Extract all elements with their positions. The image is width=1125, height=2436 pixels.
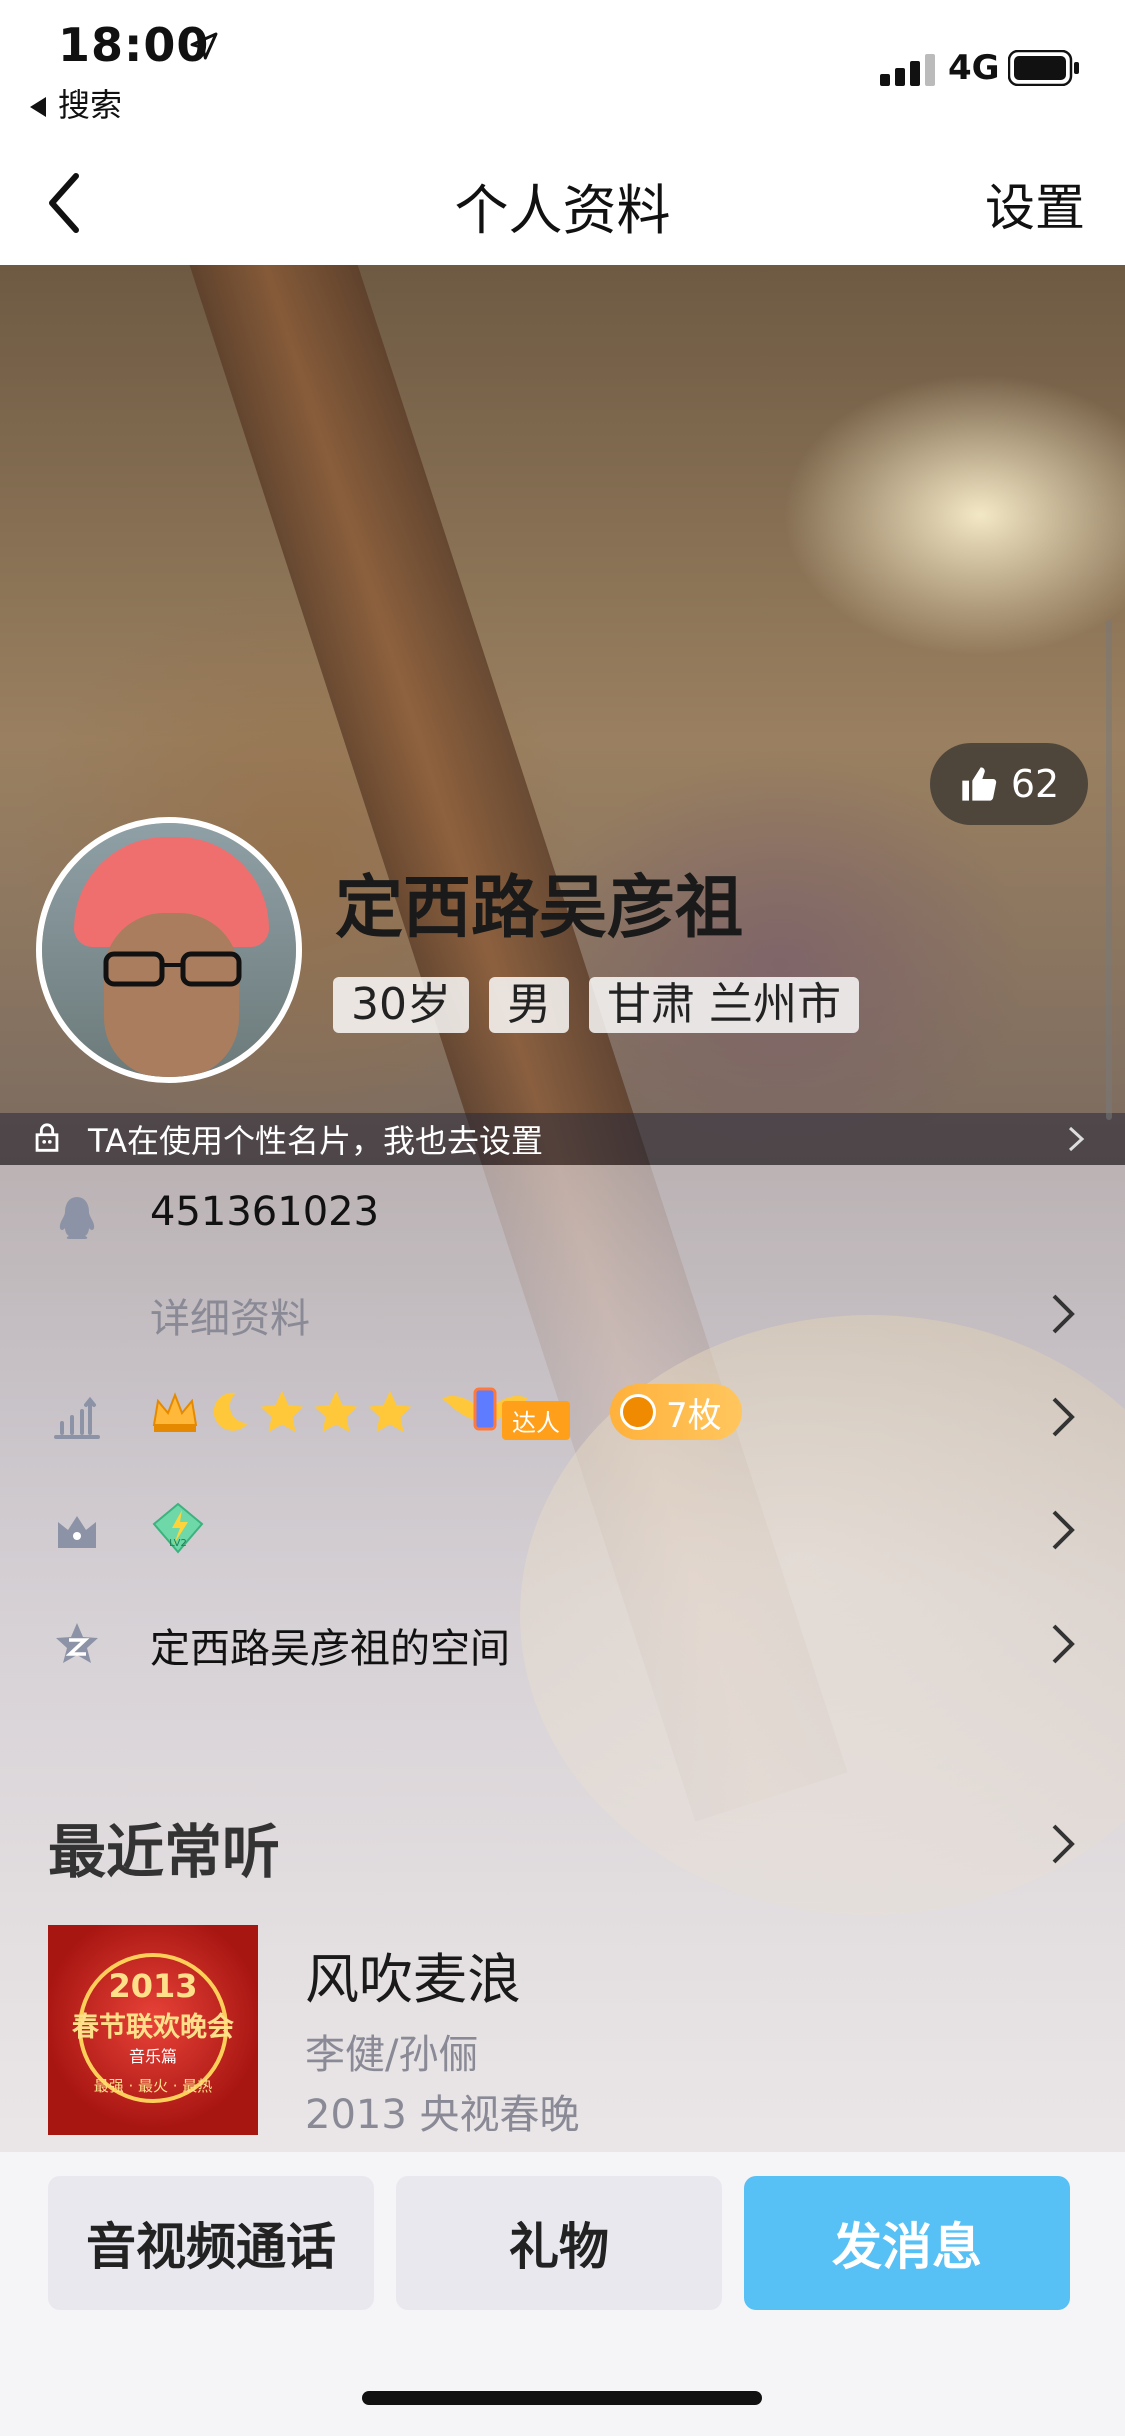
talent-badge: 达人 [440, 1377, 580, 1447]
back-triangle-icon [30, 97, 46, 117]
back-to-app-link[interactable]: 搜索 [30, 80, 122, 126]
status-bar: 18:00 搜索 4G [0, 0, 1125, 140]
star-icon [260, 1391, 304, 1432]
settings-button[interactable]: 设置 [985, 168, 1085, 240]
profile-name: 定西路吴彦祖 [335, 869, 744, 948]
navigation-bar: 个人资料 设置 [0, 140, 1125, 265]
chevron-right-icon [1052, 1624, 1075, 1664]
avatar-glasses [103, 951, 242, 987]
star-icon [314, 1391, 358, 1432]
gift-button[interactable]: 礼物 [396, 2176, 722, 2310]
qzone-icon [56, 1623, 98, 1663]
medal-count: 7枚 [666, 1395, 722, 1436]
age-tag: 30岁 [333, 977, 469, 1033]
moon-icon [213, 1392, 248, 1431]
battery-icon [1008, 50, 1079, 86]
level-row[interactable]: 达人 7枚 [0, 1365, 1125, 1465]
level-icon [54, 1396, 100, 1439]
card-icon [35, 1123, 59, 1152]
live-badge-text: LV2 [169, 1538, 187, 1549]
qzone-row[interactable]: 定西路吴彦祖的空间 [0, 1592, 1125, 1692]
personal-card-banner[interactable]: TA在使用个性名片，我也去设置 [0, 1113, 1125, 1165]
album-cover-subtitle: 音乐篇 [128, 2047, 177, 2066]
profile-tags: 30岁 男 甘肃 兰州市 [333, 977, 859, 1033]
recent-music-title: 最近常听 [48, 1818, 281, 1886]
album-cover[interactable]: 2013 春节联欢晚会 音乐篇 最强 · 最火 · 最热 [48, 1925, 258, 2135]
crown-icon [152, 1392, 198, 1432]
like-button[interactable]: 62 [930, 743, 1088, 825]
back-app-label: 搜索 [58, 86, 123, 124]
card-hint-text: TA在使用个性名片，我也去设置 [88, 1122, 543, 1160]
network-type: 4G [948, 48, 1000, 88]
qq-number: 451361023 [150, 1189, 380, 1235]
song-artist: 李健/孙俪 [305, 2032, 479, 2078]
album-cover-year: 2013 [108, 1967, 198, 2005]
live-diamond-icon: LV2 [152, 1502, 204, 1554]
vip-row[interactable]: LV2 [0, 1478, 1125, 1578]
gender-tag: 男 [489, 977, 569, 1033]
avatar-face [104, 913, 239, 1077]
medal-count-badge: 7枚 [610, 1384, 742, 1440]
qq-number-row[interactable]: 451361023 [0, 1165, 1125, 1265]
send-message-button[interactable]: 发消息 [744, 2176, 1070, 2310]
av-call-button[interactable]: 音视频通话 [48, 2176, 374, 2310]
song-title[interactable]: 风吹麦浪 [305, 1935, 521, 2014]
medal-icon [620, 1394, 656, 1430]
star-icon [368, 1391, 412, 1432]
location-arrow-icon [190, 32, 218, 60]
chevron-right-icon[interactable] [1050, 1822, 1076, 1866]
scrollbar[interactable] [1106, 620, 1112, 1120]
chevron-right-icon [1052, 1510, 1075, 1550]
status-time: 18:00 [58, 18, 210, 72]
avatar[interactable] [36, 817, 302, 1083]
location-tag: 甘肃 兰州市 [589, 977, 859, 1033]
detail-info-label: 详细资料 [150, 1296, 310, 1342]
like-count: 62 [1010, 762, 1060, 806]
talent-label: 达人 [502, 1401, 570, 1440]
signal-icon [880, 54, 935, 86]
level-badges: 达人 7枚 [150, 1377, 742, 1447]
chevron-right-icon [1052, 1294, 1075, 1334]
home-indicator[interactable] [362, 2391, 762, 2405]
vip-icon [58, 1516, 96, 1548]
song-album: 2013 央视春晚 [305, 2092, 580, 2138]
chevron-right-icon [1052, 1397, 1075, 1437]
album-cover-footer: 最强 · 最火 · 最热 [93, 2077, 213, 2095]
chevron-right-icon [1068, 1126, 1085, 1152]
qzone-label: 定西路吴彦祖的空间 [150, 1626, 510, 1672]
thumbs-up-icon [962, 767, 997, 801]
penguin-icon [59, 1197, 95, 1239]
album-cover-title: 春节联欢晚会 [72, 2012, 234, 2043]
detail-info-row[interactable]: 详细资料 [0, 1262, 1125, 1362]
page-title: 个人资料 [454, 179, 671, 242]
